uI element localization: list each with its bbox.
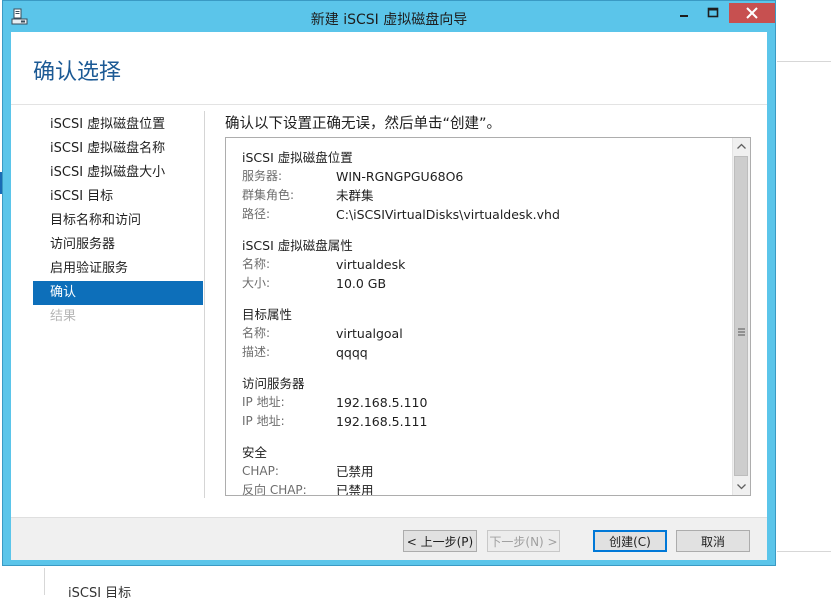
maximize-button[interactable]	[700, 3, 726, 23]
summary-section-access-servers: 访问服务器 IP 地址: 192.168.5.110 IP 地址: 192.16…	[242, 374, 732, 431]
summary-row: 大小: 10.0 GB	[242, 274, 732, 293]
heading-divider	[11, 104, 767, 105]
summary-section-disk-location: iSCSI 虚拟磁盘位置 服务器: WIN-RGNGPGU68O6 群集角色: …	[242, 148, 732, 224]
page-title: 确认选择	[33, 60, 122, 85]
scroll-up-arrow-icon[interactable]	[733, 138, 750, 155]
settings-summary-box[interactable]: iSCSI 虚拟磁盘位置 服务器: WIN-RGNGPGU68O6 群集角色: …	[225, 137, 751, 496]
summary-row: IP 地址: 192.168.5.110	[242, 393, 732, 412]
grip-icon	[738, 328, 745, 336]
row-value: C:\iSCSIVirtualDisks\virtualdesk.vhd	[336, 207, 560, 222]
summary-section-security: 安全 CHAP: 已禁用 反向 CHAP: 已禁用	[242, 443, 732, 496]
minimize-button[interactable]	[671, 3, 697, 23]
row-value: virtualgoal	[336, 326, 403, 341]
section-title: 目标属性	[242, 307, 293, 322]
nav-step-results: 结果	[50, 309, 77, 324]
nav-step-target-name-access[interactable]: 目标名称和访问	[33, 209, 203, 233]
background-divider	[777, 61, 831, 62]
cancel-button[interactable]: 取消	[676, 530, 750, 552]
row-value: WIN-RGNGPGU68O6	[336, 169, 464, 184]
section-title: 访问服务器	[242, 376, 305, 391]
maximize-icon	[707, 7, 719, 18]
nav-step-access-servers[interactable]: 访问服务器	[33, 233, 203, 257]
row-label: 名称:	[242, 326, 271, 340]
row-value: 192.168.5.110	[336, 395, 428, 410]
row-value: virtualdesk	[336, 257, 406, 272]
close-button[interactable]	[729, 3, 775, 23]
nav-step-disk-size[interactable]: iSCSI 虚拟磁盘大小	[33, 161, 203, 185]
row-label: IP 地址:	[242, 395, 285, 409]
window-title: 新建 iSCSI 虚拟磁盘向导	[310, 12, 468, 28]
summary-row: 服务器: WIN-RGNGPGU68O6	[242, 167, 732, 186]
summary-row: 描述: qqqq	[242, 343, 732, 362]
row-label: CHAP:	[242, 464, 279, 478]
summary-content: iSCSI 虚拟磁盘位置 服务器: WIN-RGNGPGU68O6 群集角色: …	[242, 148, 732, 496]
dialog-client-area: 确认选择 iSCSI 虚拟磁盘位置 iSCSI 虚拟磁盘名称 iSCSI 虚拟磁…	[11, 32, 767, 560]
row-value: 10.0 GB	[336, 276, 387, 291]
summary-section-disk-properties: iSCSI 虚拟磁盘属性 名称: virtualdesk 大小: 10.0 GB	[242, 236, 732, 293]
row-label: 服务器:	[242, 169, 283, 183]
section-title: iSCSI 虚拟磁盘位置	[242, 150, 353, 165]
summary-row: 名称: virtualdesk	[242, 255, 732, 274]
previous-button[interactable]: < 上一步(P)	[403, 530, 477, 552]
background-section-label: iSCSI 目标	[68, 586, 132, 601]
background-panel	[777, 0, 831, 595]
row-label: 描述:	[242, 345, 271, 359]
section-title: 安全	[242, 445, 268, 460]
wizard-step-nav: iSCSI 虚拟磁盘位置 iSCSI 虚拟磁盘名称 iSCSI 虚拟磁盘大小 i…	[33, 113, 203, 329]
nav-step-iscsi-target[interactable]: iSCSI 目标	[33, 185, 203, 209]
summary-row: IP 地址: 192.168.5.111	[242, 412, 732, 431]
summary-row: 反向 CHAP: 已禁用	[242, 481, 732, 496]
nav-step-authentication[interactable]: 启用验证服务	[33, 257, 203, 281]
row-label: 大小:	[242, 276, 271, 290]
row-value: 未群集	[336, 188, 374, 203]
nav-step-disk-location[interactable]: iSCSI 虚拟磁盘位置	[33, 113, 203, 137]
create-button[interactable]: 创建(C)	[593, 530, 667, 552]
summary-row: CHAP: 已禁用	[242, 462, 732, 481]
summary-row: 群集角色: 未群集	[242, 186, 732, 205]
scrollbar-thumb[interactable]	[734, 156, 748, 476]
row-label: 路径:	[242, 207, 271, 221]
row-value: 已禁用	[336, 483, 374, 496]
minimize-icon	[680, 15, 688, 17]
row-value: 192.168.5.111	[336, 414, 428, 429]
vertical-scrollbar[interactable]	[732, 138, 750, 495]
background-divider	[44, 568, 45, 595]
nav-step-confirmation[interactable]: 确认	[33, 281, 203, 305]
row-value: qqqq	[336, 345, 368, 360]
background-divider	[777, 551, 831, 552]
confirmation-instruction: 确认以下设置正确无误，然后单击“创建”。	[225, 116, 502, 132]
row-label: IP 地址:	[242, 414, 285, 428]
wizard-dialog: 新建 iSCSI 虚拟磁盘向导 确认选择 iSCSI 虚拟磁盘位置 iSCSI …	[2, 0, 776, 566]
summary-row: 路径: C:\iSCSIVirtualDisks\virtualdesk.vhd	[242, 205, 732, 224]
section-title: iSCSI 虚拟磁盘属性	[242, 238, 353, 253]
row-label: 反向 CHAP:	[242, 483, 307, 496]
close-icon	[746, 7, 758, 19]
title-bar[interactable]: 新建 iSCSI 虚拟磁盘向导	[3, 1, 775, 33]
summary-row: 名称: virtualgoal	[242, 324, 732, 343]
nav-step-disk-name[interactable]: iSCSI 虚拟磁盘名称	[33, 137, 203, 161]
nav-divider	[204, 111, 205, 498]
scroll-down-arrow-icon[interactable]	[733, 478, 750, 495]
summary-section-target-properties: 目标属性 名称: virtualgoal 描述: qqqq	[242, 305, 732, 362]
row-label: 名称:	[242, 257, 271, 271]
next-button: 下一步(N) >	[487, 530, 560, 552]
wizard-footer: < 上一步(P) 下一步(N) > 创建(C) 取消	[11, 517, 767, 560]
row-value: 已禁用	[336, 464, 374, 479]
row-label: 群集角色:	[242, 188, 295, 202]
